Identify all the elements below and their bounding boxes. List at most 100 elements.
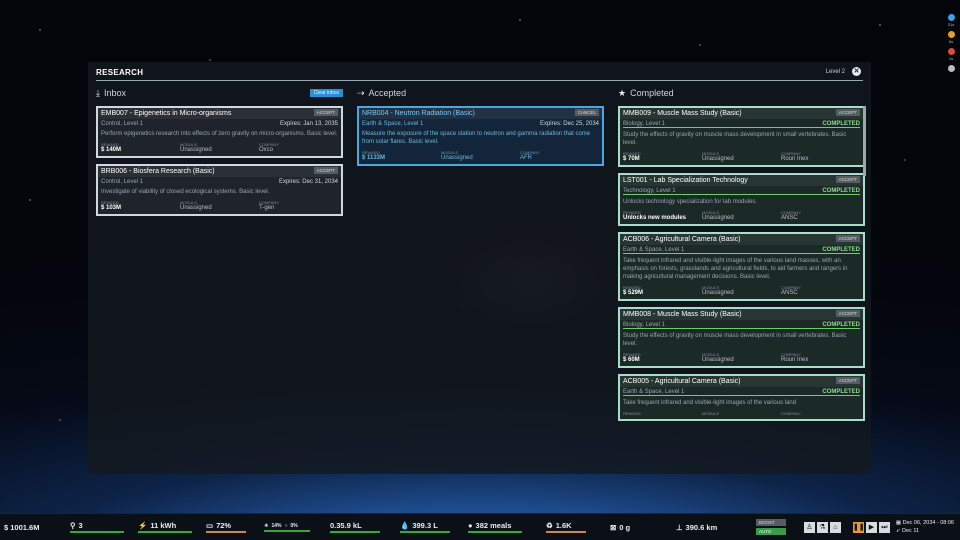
contract-description: Take frequent infrared and visible-light… (623, 258, 848, 280)
auto-button[interactable]: AUTO (756, 528, 786, 535)
contract-title: ACB006 - Agricultural Camera (Basic) (620, 234, 863, 245)
battery-stat[interactable]: ▭ 72% (202, 514, 260, 540)
altitude-icon: ⊥ (676, 522, 683, 532)
research-view-icon[interactable]: ⚗ (816, 521, 828, 533)
contract-title: EMB007 - Epigenetics in Micro-organisms (98, 108, 341, 119)
contract-action-button[interactable]: ACCEPT (835, 176, 860, 183)
contract-category: Technology, Level 1 (623, 188, 676, 194)
trash-stat[interactable]: ⊠ 0 g (606, 514, 672, 540)
build-view-icon[interactable]: ⌂ (829, 521, 841, 533)
reward-value: $ 140M (101, 147, 122, 153)
trash-value: 0 g (619, 522, 631, 532)
clear-inbox-button[interactable]: Clear inbox (309, 89, 343, 97)
trash-icon: ⊠ (610, 522, 617, 532)
contract-action-button[interactable]: CANCEL (574, 109, 599, 116)
accepted-list: NRB004 - Neutron Radiation (Basic) CANCE… (357, 106, 604, 172)
company-value: T-gen (259, 205, 275, 211)
contract-action-button[interactable]: ACCEPT (835, 109, 860, 116)
status-label: COMPLETED (822, 121, 860, 127)
contract-description: Investigate of viability of closed ecolo… (101, 189, 270, 195)
contract-action-button[interactable]: ACCEPT (835, 310, 860, 317)
crew-value: 3 (78, 521, 83, 530)
meals-stat[interactable]: ● 382 meals (464, 514, 542, 540)
completed-header: ★ Completed (618, 86, 865, 100)
water-drop-icon: 💧 (400, 521, 410, 530)
alert-icon (947, 14, 955, 21)
contract-card[interactable]: EMB007 - Epigenetics in Micro-organisms … (96, 106, 343, 158)
contract-card[interactable]: ACB006 - Agricultural Camera (Basic) ACC… (618, 232, 865, 301)
contract-action-button[interactable]: ACCEPT (313, 109, 338, 116)
module-value: Unassigned (441, 155, 473, 161)
contract-card[interactable]: LST001 - Lab Specialization Technology A… (618, 173, 865, 226)
alert-label: 1s (948, 56, 954, 61)
rocket-icon: ➶ (895, 528, 901, 534)
close-icon[interactable]: ✕ (852, 67, 861, 76)
expiry-label: Expires: Dec 25, 2034 (539, 121, 599, 127)
alert-indicator[interactable] (945, 65, 957, 72)
water-stat[interactable]: 💧 399.3 L (396, 514, 464, 540)
altitude-stat[interactable]: ⊥ 390.6 km (672, 514, 752, 540)
money-value: $ 1001.6M (4, 522, 40, 532)
contract-action-button[interactable]: ACCEPT (835, 235, 860, 242)
module-label: MODULE (702, 411, 720, 416)
research-panel: RESEARCH Level 2 ✕ ⤓ Inbox Clear inbox E… (88, 62, 871, 474)
fast-forward-icon[interactable]: ⏭ (878, 521, 890, 533)
inbox-header: ⤓ Inbox Clear inbox (96, 86, 343, 100)
accepted-title: Accepted (368, 88, 407, 98)
company-label: COMPANY (781, 411, 801, 416)
gas-stat[interactable]: ☀ 14% ○ 0% (260, 514, 326, 540)
module-value: Unassigned (702, 156, 734, 162)
contract-card[interactable]: BRB006 - Biosfera Research (Basic) ACCEP… (96, 164, 343, 216)
status-label: COMPLETED (822, 188, 860, 194)
air-stat[interactable]: 0.35.9 kL (326, 514, 396, 540)
contract-title: MMB009 - Muscle Mass Study (Basic) (620, 108, 863, 119)
contract-action-button[interactable]: ACCEPT (835, 377, 860, 384)
company-value: Oxco (259, 147, 274, 153)
completed-list[interactable]: MMB009 - Muscle Mass Study (Basic) ACCEP… (618, 106, 865, 474)
contract-card[interactable]: ACB005 - Agricultural Camera (Basic) ACC… (618, 374, 865, 421)
module-value: Unassigned (702, 290, 734, 296)
contract-card[interactable]: MMB008 - Muscle Mass Study (Basic) ACCEP… (618, 307, 865, 368)
o2-value: 14% (271, 522, 282, 529)
play-icon[interactable]: ▶ (865, 521, 877, 533)
calendar-icon: ▦ (895, 520, 902, 526)
contract-description: Perform epigenetics research into effect… (101, 131, 338, 137)
crew-stat[interactable]: ⚲ 3 (66, 514, 134, 540)
completed-scrollbar[interactable] (863, 106, 866, 176)
battery-icon: ▭ (206, 521, 214, 530)
contract-category: Control, Level 1 (101, 121, 144, 127)
module-value: Unassigned (180, 205, 212, 211)
panel-title: RESEARCH (96, 68, 144, 77)
power-value: 11 kWh (150, 521, 177, 530)
contract-description: Study the effects of gravity on muscle m… (623, 132, 847, 146)
altitude-controls: BOOST AUTO (752, 514, 790, 540)
inbox-list: EMB007 - Epigenetics in Micro-organisms … (96, 106, 343, 222)
crew-icon: ⚲ (70, 521, 76, 530)
contract-category: Biology, Level 1 (623, 322, 665, 328)
power-stat[interactable]: ⚡ 11 kWh (134, 514, 202, 540)
crew-view-icon[interactable]: ♙ (803, 521, 815, 533)
company-value: AFR (520, 155, 532, 161)
date-display: ▦ Dec 06, 2034 - 08:06 ➶ Dec 11 (890, 520, 960, 534)
contract-description: Study the effects of gravity on muscle m… (623, 333, 847, 347)
water-value: 399.3 L (412, 521, 438, 530)
boost-button[interactable]: BOOST (756, 519, 786, 526)
altitude-value: 390.6 km (685, 522, 718, 532)
waste-stat[interactable]: ♻ 1.6K (542, 514, 606, 540)
alert-indicator[interactable]: 1s (945, 48, 957, 61)
contract-action-button[interactable]: ACCEPT (313, 167, 338, 174)
contract-card[interactable]: MMB009 - Muscle Mass Study (Basic) ACCEP… (618, 106, 865, 167)
contract-card[interactable]: NRB004 - Neutron Radiation (Basic) CANCE… (357, 106, 604, 166)
contract-category: Earth & Space, Level 1 (623, 247, 685, 253)
company-value: Roun Inex (781, 357, 809, 363)
waste-icon: ♻ (546, 521, 553, 530)
alert-indicator[interactable]: 31s (945, 14, 957, 27)
pause-icon[interactable]: ❚❚ (852, 521, 865, 533)
water-bar (400, 531, 450, 533)
date-value: Dec 06, 2034 - 08:06 (902, 520, 954, 526)
status-label: COMPLETED (822, 389, 860, 395)
contract-category: Biology, Level 1 (623, 121, 665, 127)
co2-value: 0% (290, 522, 298, 529)
alert-indicator[interactable]: 6s (945, 31, 957, 44)
reward-value: $ 70M (623, 156, 640, 162)
